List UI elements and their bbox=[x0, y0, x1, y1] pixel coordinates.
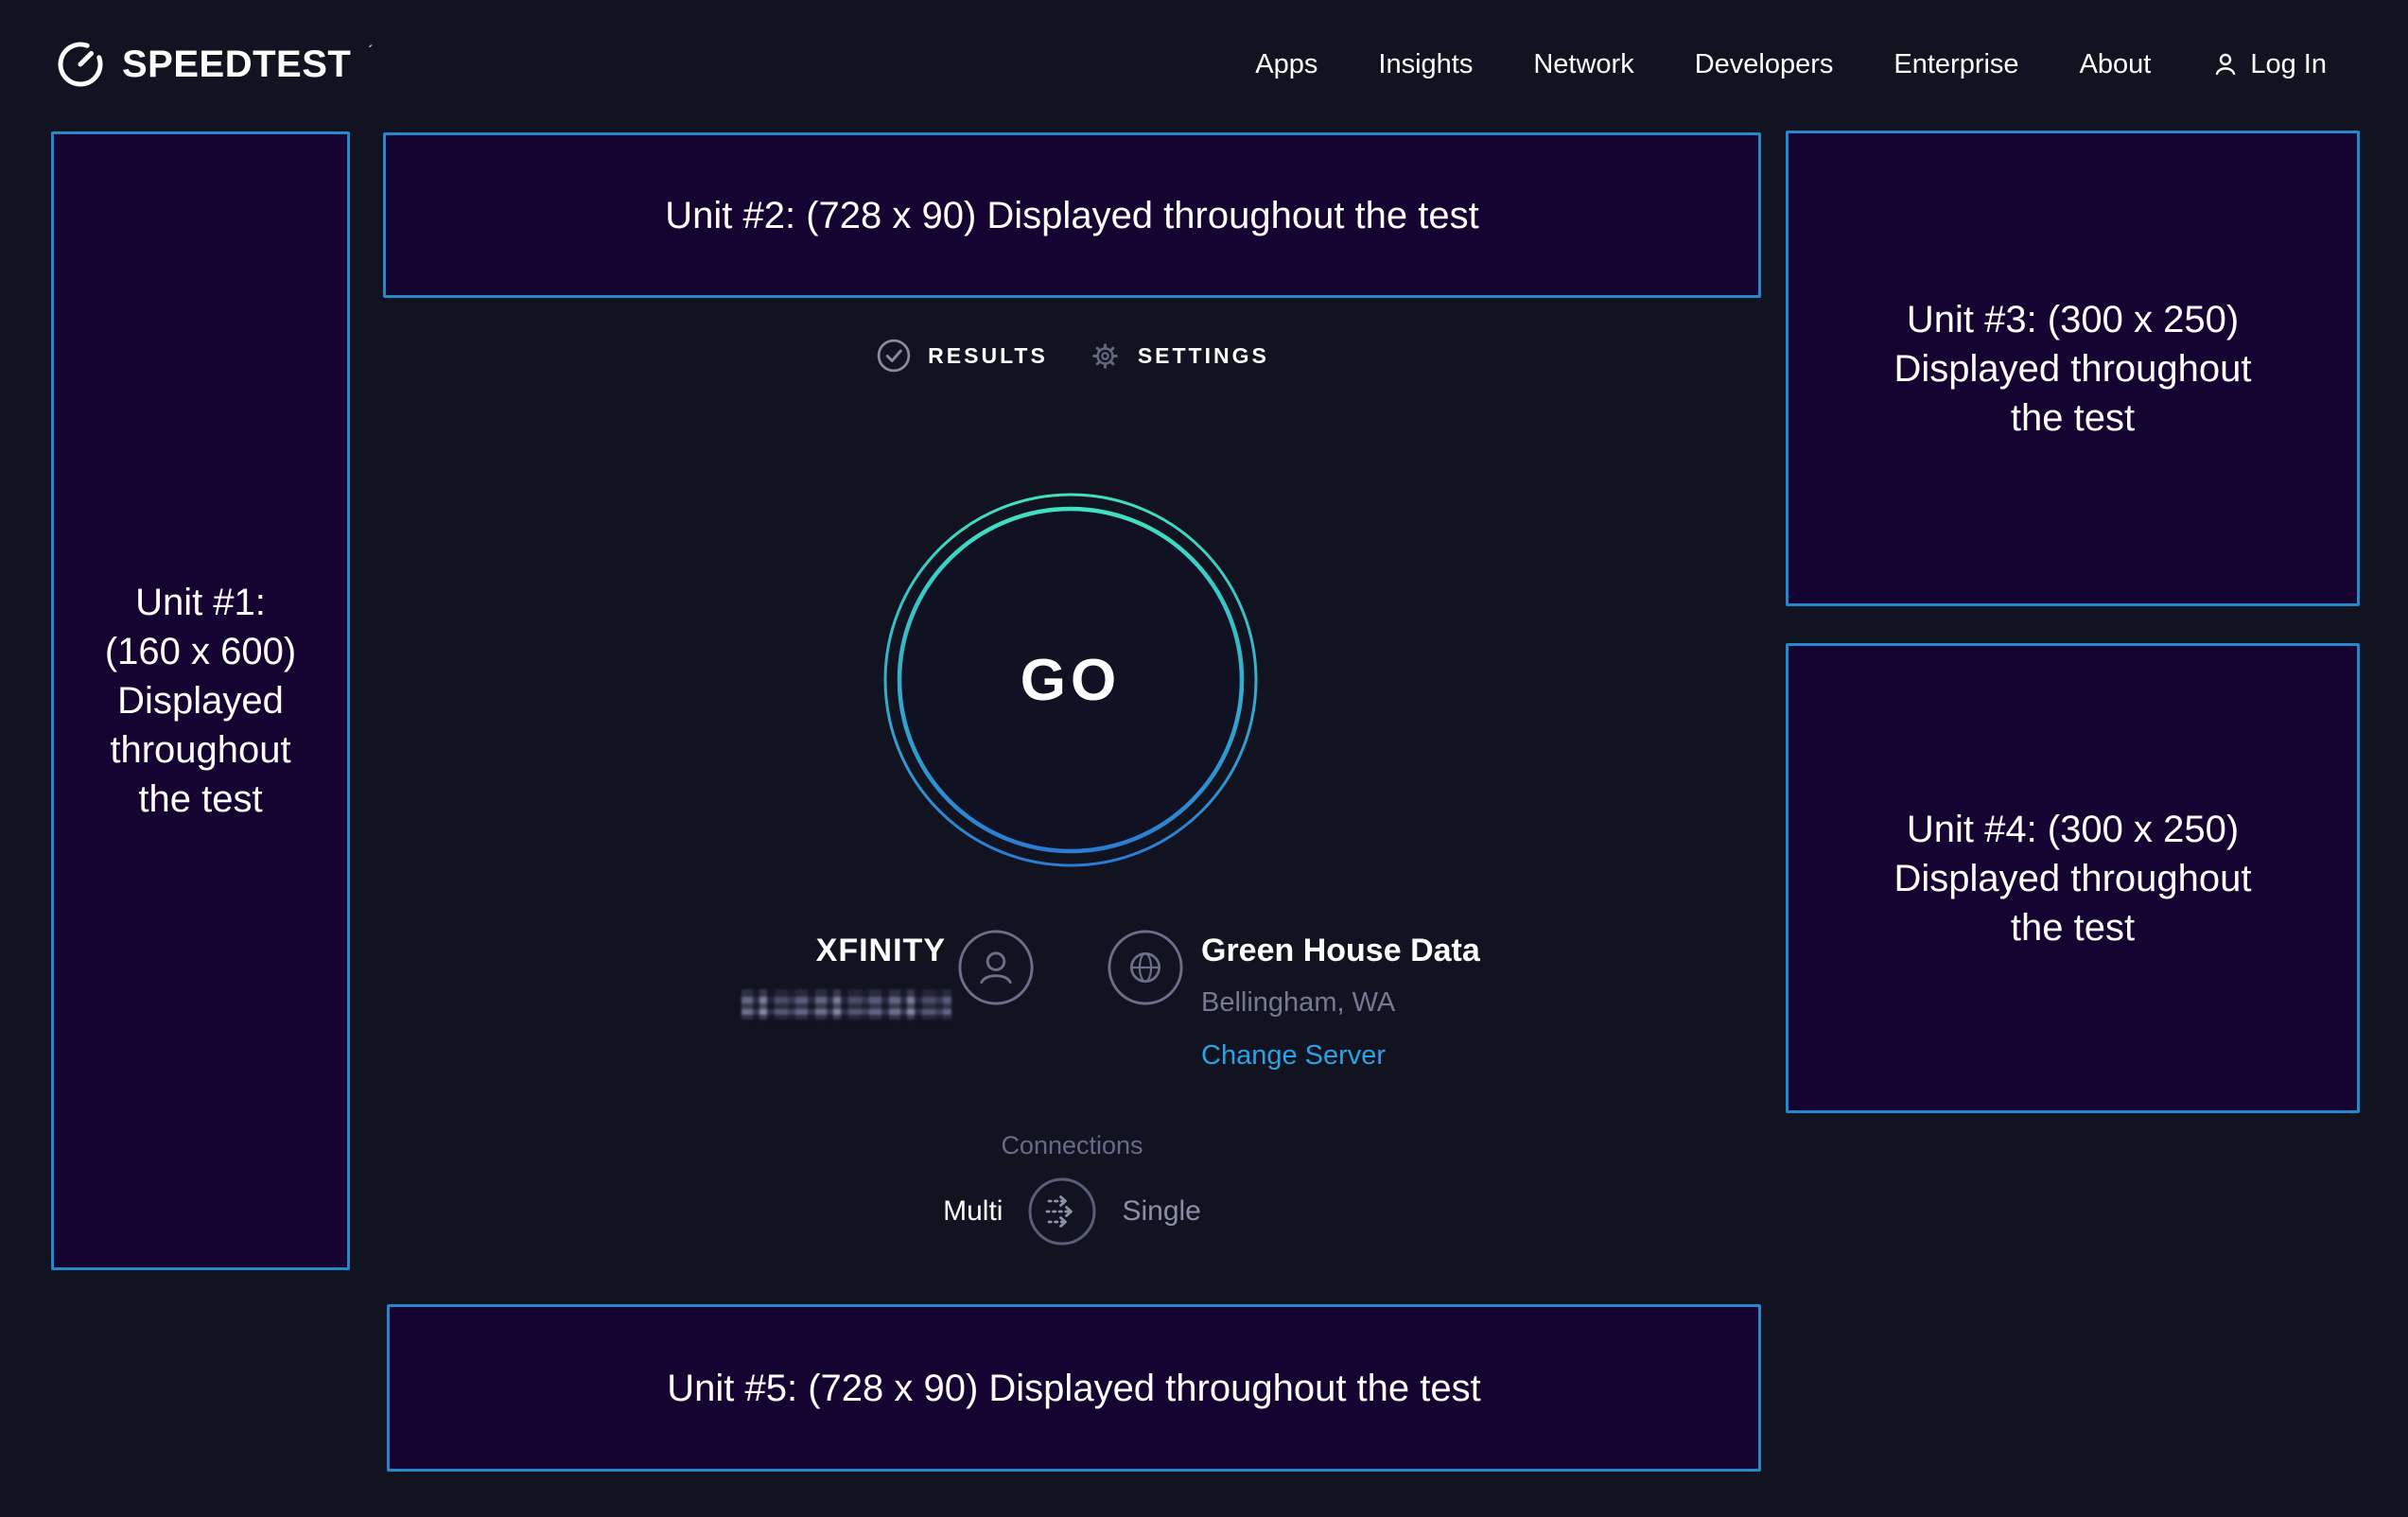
multi-stream-arrows-icon bbox=[1027, 1177, 1097, 1247]
server-info: Green House Data Bellingham, WA Change S… bbox=[1201, 933, 1480, 1072]
ad-unit-4: Unit #4: (300 x 250) Displayed throughou… bbox=[1786, 643, 2360, 1113]
connections-single-option[interactable]: Single bbox=[1122, 1195, 1200, 1228]
main-nav: Apps Insights Network Developers Enterpr… bbox=[1255, 49, 2327, 80]
go-button[interactable]: GO bbox=[880, 489, 1262, 871]
nav-item-login[interactable]: Log In bbox=[2211, 49, 2327, 80]
check-circle-icon bbox=[875, 337, 913, 375]
results-settings-tabs: RESULTS SETTINGS bbox=[383, 337, 1761, 375]
server-location: Bellingham, WA bbox=[1201, 987, 1480, 1019]
go-button-label: GO bbox=[880, 489, 1262, 871]
speedtest-logo[interactable]: SPEEDTEST ´ bbox=[54, 38, 372, 91]
gear-icon bbox=[1088, 339, 1123, 374]
nav-item-about[interactable]: About bbox=[2080, 49, 2152, 80]
speedometer-gauge-icon bbox=[54, 38, 107, 91]
nav-item-apps[interactable]: Apps bbox=[1255, 49, 1317, 80]
nav-item-developers[interactable]: Developers bbox=[1695, 49, 1834, 80]
header: SPEEDTEST ´ Apps Insights Network Develo… bbox=[0, 0, 2408, 129]
connections-toggle-row: Multi Single bbox=[383, 1177, 1761, 1247]
tab-results[interactable]: RESULTS bbox=[875, 337, 1048, 375]
nav-item-enterprise[interactable]: Enterprise bbox=[1893, 49, 2018, 80]
ad-unit-1: Unit #1: (160 x 600) Displayed throughou… bbox=[51, 131, 350, 1270]
logo-text: SPEEDTEST bbox=[122, 44, 351, 86]
user-icon bbox=[2211, 50, 2240, 78]
tab-settings-label: SETTINGS bbox=[1138, 343, 1269, 369]
globe-circle-icon bbox=[1107, 929, 1184, 1006]
logo-trademark: ´ bbox=[368, 43, 374, 61]
connections-toggle-button[interactable] bbox=[1027, 1177, 1097, 1247]
ad-unit-2: Unit #2: (728 x 90) Displayed throughout… bbox=[383, 132, 1761, 298]
tab-results-label: RESULTS bbox=[928, 343, 1048, 369]
avatar-circle-icon bbox=[957, 929, 1035, 1006]
server-name: Green House Data bbox=[1201, 933, 1480, 969]
ad-unit-5: Unit #5: (728 x 90) Displayed throughout… bbox=[387, 1304, 1761, 1472]
tab-settings[interactable]: SETTINGS bbox=[1088, 339, 1269, 374]
ad-unit-3: Unit #3: (300 x 250) Displayed throughou… bbox=[1786, 131, 2360, 606]
nav-item-network[interactable]: Network bbox=[1533, 49, 1633, 80]
connections-label: Connections bbox=[383, 1131, 1761, 1160]
connections-multi-option[interactable]: Multi bbox=[943, 1195, 1003, 1228]
isp-name: XFINITY bbox=[662, 933, 946, 969]
nav-item-insights[interactable]: Insights bbox=[1378, 49, 1473, 80]
isp-ip-redacted-blur bbox=[742, 989, 951, 1020]
change-server-link[interactable]: Change Server bbox=[1201, 1040, 1386, 1072]
